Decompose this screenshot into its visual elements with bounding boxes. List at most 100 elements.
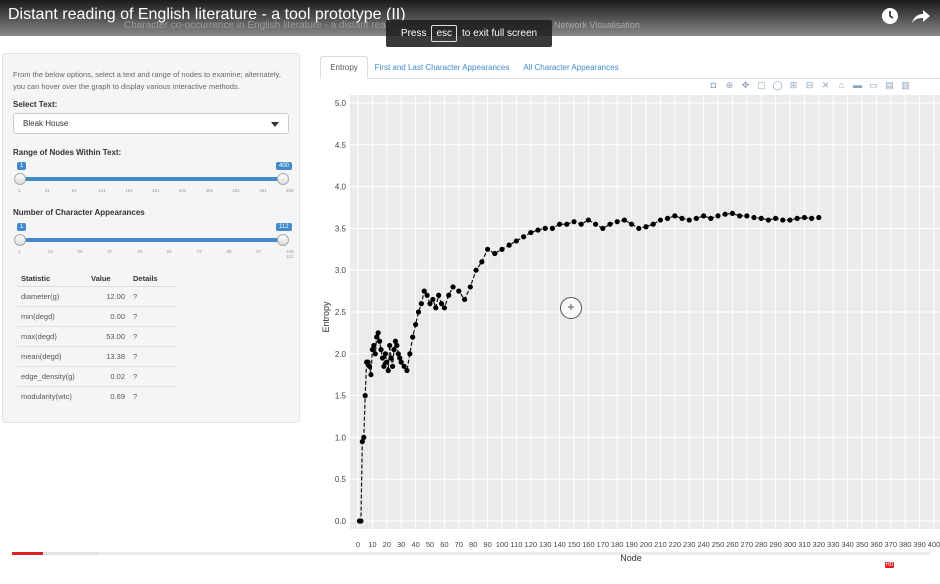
volume-icon[interactable] bbox=[53, 561, 75, 579]
data-point[interactable] bbox=[366, 363, 373, 369]
data-point[interactable] bbox=[446, 292, 452, 298]
stat-details[interactable]: ? bbox=[129, 306, 177, 327]
data-point[interactable] bbox=[593, 221, 599, 227]
pause-icon[interactable] bbox=[22, 561, 38, 579]
tab-network-visualisation[interactable]: Network Visualisation bbox=[554, 20, 640, 30]
data-point[interactable] bbox=[751, 214, 757, 221]
stat-details[interactable]: ? bbox=[129, 386, 177, 406]
data-point[interactable] bbox=[441, 305, 447, 311]
data-point[interactable] bbox=[794, 215, 800, 221]
data-point[interactable] bbox=[394, 342, 400, 349]
appearances-min-handle[interactable] bbox=[14, 234, 26, 246]
data-point[interactable] bbox=[787, 217, 793, 223]
data-point[interactable] bbox=[389, 363, 396, 369]
appearances-track[interactable] bbox=[20, 238, 284, 242]
data-point[interactable] bbox=[382, 351, 388, 357]
entropy-chart[interactable]: 0.0 0.5 1.0 1.5 2.0 2.5 3.0 3.5 4.0 4.5 5.0 0 10 20 3… bbox=[316, 95, 940, 575]
data-point[interactable] bbox=[506, 242, 512, 248]
pan-icon[interactable]: ✥ bbox=[740, 80, 751, 91]
data-point[interactable] bbox=[765, 217, 771, 223]
data-point[interactable] bbox=[404, 367, 410, 374]
data-point[interactable] bbox=[415, 309, 422, 315]
data-point[interactable] bbox=[467, 284, 473, 290]
data-point[interactable] bbox=[387, 342, 393, 349]
data-point[interactable] bbox=[614, 219, 620, 225]
data-point[interactable] bbox=[809, 215, 815, 221]
data-point[interactable] bbox=[773, 215, 779, 221]
data-point[interactable] bbox=[384, 359, 390, 365]
data-point[interactable] bbox=[621, 217, 627, 223]
data-point[interactable] bbox=[549, 225, 555, 231]
data-point[interactable] bbox=[479, 259, 485, 265]
data-point[interactable] bbox=[744, 213, 750, 219]
closest-icon[interactable]: ▤ bbox=[884, 80, 895, 91]
video-title[interactable]: Distant reading of English literature - … bbox=[8, 6, 406, 24]
watch-later-icon[interactable] bbox=[880, 6, 900, 26]
data-point[interactable] bbox=[708, 215, 714, 221]
data-point[interactable] bbox=[585, 217, 591, 223]
data-point[interactable] bbox=[485, 246, 491, 252]
data-point[interactable] bbox=[461, 296, 468, 303]
data-point[interactable] bbox=[701, 213, 707, 219]
data-point[interactable] bbox=[413, 321, 419, 328]
stat-details[interactable]: ? bbox=[129, 346, 177, 367]
data-point[interactable] bbox=[816, 214, 822, 221]
data-point[interactable] bbox=[492, 250, 498, 257]
data-point[interactable] bbox=[629, 221, 635, 227]
data-point[interactable] bbox=[657, 217, 663, 223]
zoom-icon[interactable]: ⊕ bbox=[724, 80, 735, 91]
tab-first-last-appearances[interactable]: First and Last Character Appearances bbox=[372, 56, 512, 79]
data-point[interactable] bbox=[571, 219, 577, 225]
lasso-icon[interactable]: ◯ bbox=[772, 80, 783, 91]
data-point[interactable] bbox=[513, 238, 519, 244]
data-point[interactable] bbox=[643, 224, 649, 230]
data-point[interactable] bbox=[542, 225, 548, 231]
data-point[interactable] bbox=[672, 213, 678, 219]
progress-bar[interactable] bbox=[12, 552, 930, 555]
data-point[interactable] bbox=[361, 434, 367, 440]
data-point[interactable] bbox=[715, 213, 721, 219]
data-point[interactable] bbox=[557, 221, 563, 227]
text-select[interactable]: Bleak House bbox=[13, 113, 289, 134]
data-point[interactable] bbox=[607, 221, 613, 227]
data-point[interactable] bbox=[378, 347, 384, 353]
exit-fullscreen-icon[interactable] bbox=[905, 562, 923, 578]
data-point[interactable] bbox=[578, 221, 584, 227]
compare-icon[interactable]: ▭ bbox=[868, 80, 879, 91]
zoom-out-icon[interactable]: ⊟ bbox=[804, 80, 815, 91]
data-point[interactable] bbox=[473, 267, 479, 273]
data-point[interactable] bbox=[358, 518, 364, 524]
stat-details[interactable]: ? bbox=[129, 366, 177, 387]
data-point[interactable] bbox=[665, 215, 671, 221]
camera-icon[interactable]: ◘ bbox=[708, 80, 719, 91]
data-point[interactable] bbox=[407, 351, 413, 357]
stat-details[interactable]: ? bbox=[129, 326, 177, 347]
data-point[interactable] bbox=[418, 301, 424, 307]
data-point[interactable] bbox=[375, 330, 381, 336]
tab-entropy[interactable]: Entropy bbox=[320, 56, 368, 79]
data-point[interactable] bbox=[758, 215, 764, 221]
data-point[interactable] bbox=[535, 227, 541, 233]
box-select-icon[interactable]: ▢ bbox=[756, 80, 767, 91]
plotly-icon[interactable]: ▥ bbox=[900, 80, 911, 91]
data-point[interactable] bbox=[679, 215, 685, 221]
data-point[interactable] bbox=[433, 305, 439, 311]
data-point[interactable] bbox=[693, 215, 699, 221]
data-point[interactable] bbox=[521, 234, 527, 240]
data-point[interactable] bbox=[722, 211, 728, 217]
data-point[interactable] bbox=[600, 225, 606, 231]
node-range-max-handle[interactable] bbox=[277, 173, 289, 185]
data-point[interactable] bbox=[368, 372, 374, 378]
spike-icon[interactable]: ▬ bbox=[852, 80, 863, 91]
data-point[interactable] bbox=[737, 213, 743, 219]
data-point[interactable] bbox=[450, 284, 456, 290]
appearances-max-handle[interactable] bbox=[277, 234, 289, 246]
node-range-track[interactable] bbox=[20, 177, 284, 181]
stat-details[interactable]: ? bbox=[129, 286, 177, 307]
home-icon[interactable]: ⌂ bbox=[836, 80, 847, 91]
data-point[interactable] bbox=[801, 214, 807, 221]
node-range-min-handle[interactable] bbox=[14, 173, 26, 185]
data-point[interactable] bbox=[371, 342, 377, 349]
data-point[interactable] bbox=[385, 367, 391, 374]
data-point[interactable] bbox=[499, 246, 505, 252]
